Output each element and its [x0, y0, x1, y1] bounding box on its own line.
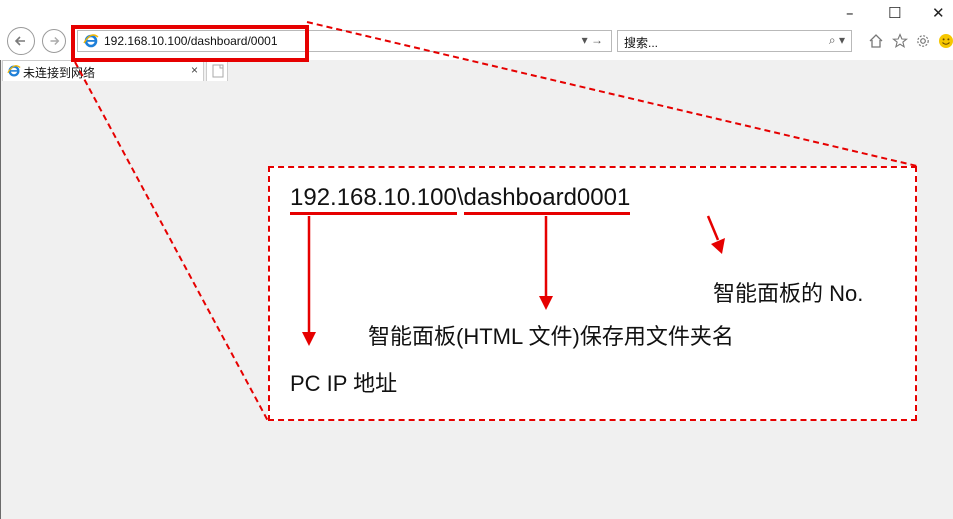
tab-current[interactable]: 未连接到网络 ×	[2, 60, 204, 81]
label-pc-ip: PC IP 地址	[290, 371, 398, 396]
back-icon	[14, 36, 25, 46]
gear-icon[interactable]	[915, 33, 931, 49]
close-window-button[interactable]: ✕	[932, 4, 945, 22]
smiley-icon[interactable]	[938, 33, 953, 49]
url-ip-part: 192.168.10.100	[290, 184, 457, 215]
search-placeholder: 搜索...	[624, 36, 659, 50]
annotated-url: 192.168.10.100\dashboard0001	[290, 184, 631, 215]
url-separator: \	[456, 184, 464, 211]
tab-title: 未连接到网络	[23, 66, 96, 80]
window-border	[0, 60, 1, 519]
search-input[interactable]: 搜索... ⌕ ▾	[617, 30, 852, 52]
home-icon[interactable]	[868, 33, 884, 49]
address-highlight	[71, 25, 309, 62]
url-folder-part: dashboard0001	[463, 184, 631, 215]
label-panel-number: 智能面板的 No.	[713, 281, 864, 306]
tab-close-button[interactable]: ×	[191, 63, 198, 77]
label-folder-name: 智能面板(HTML 文件)保存用文件夹名	[368, 324, 734, 349]
search-icon[interactable]: ⌕ ▾	[829, 33, 845, 48]
minimize-button[interactable]: –	[846, 4, 854, 22]
back-button[interactable]	[7, 27, 35, 55]
star-icon[interactable]	[892, 33, 908, 49]
ie-icon	[7, 65, 21, 77]
browser-window: – ☐ ✕ 192.168.10.100/dashboard/0001 ▾ → …	[0, 0, 953, 519]
new-tab-icon	[212, 64, 224, 78]
maximize-button[interactable]: ☐	[888, 4, 901, 22]
address-actions[interactable]: ▾ →	[582, 33, 603, 47]
new-tab-button[interactable]	[206, 60, 228, 81]
forward-icon	[50, 37, 60, 45]
forward-button[interactable]	[42, 29, 66, 53]
connector-line-bottom	[74, 61, 269, 422]
